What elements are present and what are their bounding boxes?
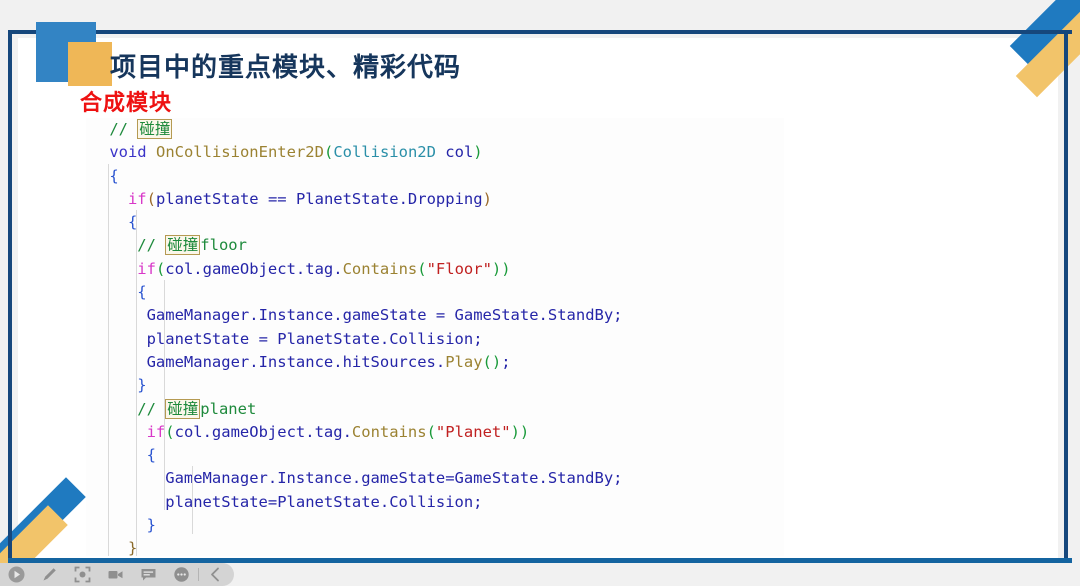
code-line: planetState=PlanetState.Collision; [86, 491, 623, 514]
code-token: { [146, 446, 156, 465]
code-token: ) [473, 143, 483, 162]
code-token: ; [501, 352, 511, 371]
code-line: // 碰撞 planet [86, 398, 623, 421]
ime-candidate-text: 碰撞 [137, 119, 173, 139]
presenter-toolbar[interactable] [0, 563, 234, 586]
code-token: ( [165, 422, 175, 441]
code-token: planetState = PlanetState.Collision; [137, 329, 483, 348]
code-token: col [435, 143, 474, 162]
code-token: OnCollisionEnter2D [155, 143, 324, 162]
code-token: planetState=PlanetState.Collision; [165, 492, 483, 511]
code-token: ( [482, 352, 492, 371]
ime-candidate-text: 碰撞 [165, 398, 201, 419]
code-content: // 碰撞 void OnCollisionEnter2D(Collision2D… [86, 118, 623, 556]
code-line: GameManager.Instance.gameState=GameState… [86, 467, 623, 490]
back-icon[interactable] [199, 563, 232, 586]
decor-square-gold [68, 42, 112, 86]
play-icon[interactable] [0, 563, 33, 586]
code-line: { [86, 165, 623, 188]
code-token: )) [510, 422, 530, 441]
code-token: { [137, 283, 147, 302]
code-line: // 碰撞 [86, 118, 623, 141]
code-token: // [109, 120, 138, 138]
code-token: )) [491, 259, 511, 278]
code-block: // 碰撞 void OnCollisionEnter2D(Collision2D… [86, 118, 784, 556]
code-token: ( [146, 189, 156, 208]
code-token: ( [323, 143, 334, 162]
code-token: "Floor" [426, 259, 492, 278]
code-token: // [137, 236, 166, 255]
code-line: void OnCollisionEnter2D(Collision2D col) [86, 141, 623, 164]
camera-icon[interactable] [99, 563, 132, 586]
code-token: GameManager.Instance.gameState = GameSta… [137, 306, 623, 325]
code-line: } [86, 374, 623, 397]
code-line: GameManager.Instance.gameState = GameSta… [86, 304, 623, 327]
code-token: col.gameObject.tag. [174, 422, 352, 441]
page-title: 项目中的重点模块、精彩代码 [110, 52, 462, 82]
code-line: } [86, 514, 623, 537]
code-token: } [137, 376, 147, 395]
code-token: if [146, 422, 166, 441]
code-token: ) [491, 352, 502, 371]
code-line: { [86, 281, 623, 304]
code-line: if(planetState == PlanetState.Dropping) [86, 188, 623, 211]
code-token: floor [200, 236, 247, 255]
code-token: Collision2D [333, 143, 436, 162]
page-subtitle: 合成模块 [80, 90, 173, 115]
code-token: void [109, 143, 156, 162]
code-token: Contains [351, 422, 427, 441]
code-token: ( [417, 259, 427, 278]
code-token: GameManager.Instance.hitSources. [137, 352, 446, 371]
code-token: // [137, 399, 166, 418]
code-token: "Planet" [435, 422, 511, 441]
pen-icon[interactable] [33, 563, 66, 586]
slide-frame-right-edge [1064, 30, 1068, 562]
code-line: } [86, 537, 623, 556]
code-line: { [86, 444, 623, 467]
code-line: planetState = PlanetState.Collision; [86, 328, 623, 351]
code-line: // 碰撞 floor [86, 234, 623, 257]
code-line: if(col.gameObject.tag.Contains("Floor")) [86, 258, 623, 281]
laser-focus-icon[interactable] [66, 563, 99, 586]
code-token: Contains [342, 259, 418, 278]
code-line: if(col.gameObject.tag.Contains("Planet")… [86, 421, 623, 444]
code-token: planetState == PlanetState.Dropping [155, 189, 483, 208]
code-token: if [127, 189, 147, 208]
code-token: Play [445, 352, 483, 371]
code-token: if [137, 259, 156, 278]
code-token: col.gameObject.tag. [165, 259, 343, 278]
presentation-slide: 项目中的重点模块、精彩代码 合成模块 // 碰撞 void OnCollision… [0, 0, 1080, 586]
code-indent-guide [192, 466, 193, 534]
code-line: GameManager.Instance.hitSources.Play(); [86, 351, 623, 374]
code-indent-guide [136, 210, 137, 556]
code-token: } [146, 516, 156, 535]
code-token: { [109, 166, 119, 185]
code-token: ( [426, 422, 436, 441]
code-line: { [86, 211, 623, 234]
code-indent-guide [164, 280, 165, 510]
code-indent-guide [108, 164, 109, 556]
code-token: ( [155, 259, 166, 278]
subtitle-icon[interactable] [132, 563, 165, 586]
code-token: ) [482, 189, 492, 208]
ime-candidate-text: 碰撞 [165, 235, 201, 256]
more-icon[interactable] [165, 563, 198, 586]
code-token: GameManager.Instance.gameState=GameState… [165, 469, 623, 488]
code-token: planet [200, 399, 257, 418]
